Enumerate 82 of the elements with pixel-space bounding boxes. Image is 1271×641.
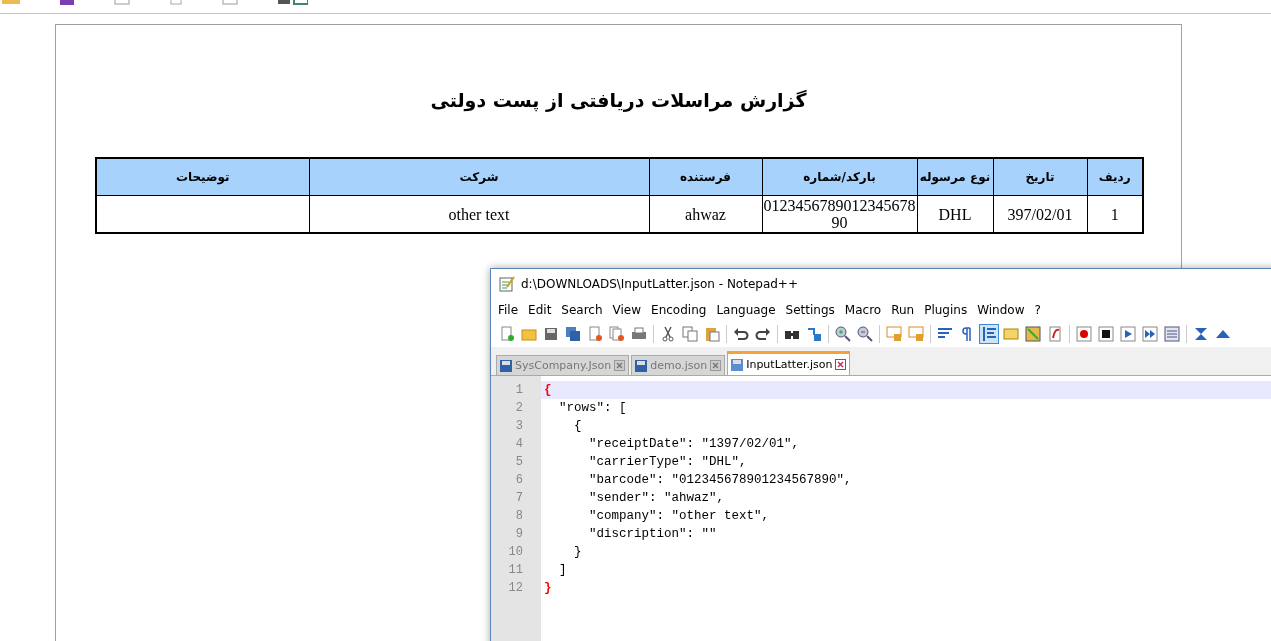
undo-icon [733,326,749,342]
code-line: "discription": "" [588,526,718,543]
table-cell: 012345678901234567890 [762,195,917,233]
save-icon [500,359,512,372]
toolbar-button[interactable] [1096,324,1116,344]
func-icon [1047,326,1063,342]
column-header: تاریخ [993,158,1087,196]
column-header: توضیحات [96,158,309,196]
line-number: 10 [507,544,524,561]
menu-item[interactable]: Window [972,303,1030,317]
code-line: } [573,544,583,561]
code-line: "rows": [ [558,400,628,417]
sync-h-icon [908,326,924,342]
file-tab[interactable]: InputLatter.json [727,351,851,375]
fold-icon [1193,326,1209,342]
open-icon [521,326,537,342]
code-line: } [543,580,553,597]
line-number: 7 [514,490,524,507]
zoom-out-icon [857,326,873,342]
record-icon [1076,326,1092,342]
menu-item[interactable]: ? [1029,303,1046,317]
menu-item[interactable]: File [493,303,524,317]
line-number: 2 [514,400,524,417]
menu-item[interactable]: Macro [839,303,887,317]
close-all-icon [609,326,625,342]
replace-icon [806,326,822,342]
line-number: 12 [507,580,524,597]
map-icon [1025,326,1041,342]
zoom-in-icon [835,326,851,342]
lang-icon [1003,326,1019,342]
column-header: شرکت [309,158,649,196]
code-line: { [573,418,583,435]
save-icon [731,358,744,371]
close-icon[interactable] [710,360,722,371]
code-line: "sender": "ahwaz", [588,490,726,507]
code-line: "carrierType": "DHL", [588,454,748,471]
save-all-icon [565,326,581,342]
code-line: "barcode": "012345678901234567890", [588,472,853,489]
new-icon [499,326,515,342]
line-number: 9 [514,526,524,543]
column-header: بارکد/شماره [762,158,917,196]
sync-v-icon [886,326,902,342]
close-icon[interactable] [614,360,626,371]
column-header: ردیف [1087,158,1143,196]
line-number: 3 [514,418,524,435]
cut-icon [660,326,676,342]
menu-item[interactable]: Plugins [919,303,973,317]
line-number: 8 [514,508,524,525]
indent-guide-icon [981,326,997,342]
column-header: نوع مرسوله [917,158,993,196]
paste-icon [704,326,720,342]
toolbar-button[interactable] [563,324,583,344]
play-multi-icon [1142,326,1158,342]
menu-item[interactable]: Language [711,303,781,317]
line-number: 5 [514,454,524,471]
line-number: 4 [514,436,524,453]
line-number: 1 [514,382,524,399]
menu-item[interactable]: Encoding [646,303,712,317]
notepad-icon [499,276,515,292]
play-icon [1120,326,1136,342]
code-line: ] [558,562,568,579]
stop-icon [1098,326,1114,342]
menu-item[interactable]: Run [886,303,920,317]
line-number: 11 [507,562,524,579]
menu-item[interactable]: View [607,303,647,317]
column-header: فرستنده [649,158,762,196]
save-macro-icon [1164,326,1180,342]
redo-icon [755,326,771,342]
print-icon [631,326,647,342]
code-line: "receiptDate": "1397/02/01", [588,436,801,453]
menu-item[interactable]: Settings [780,303,840,317]
menu-item[interactable]: Search [556,303,608,317]
line-number: 6 [514,472,524,489]
window-title: d:\DOWNLOADS\InputLatter.json - Notepad++ [521,277,798,291]
close-icon[interactable] [835,359,847,370]
close-icon [587,326,603,342]
save-icon [635,359,648,372]
report-title: گزارش مراسلات دریافتی از پست دولتی [430,89,807,111]
copy-icon [682,326,698,342]
menu-item[interactable]: Edit [523,303,557,317]
save-icon [543,326,559,342]
code-line: "company": "other text", [588,508,771,525]
